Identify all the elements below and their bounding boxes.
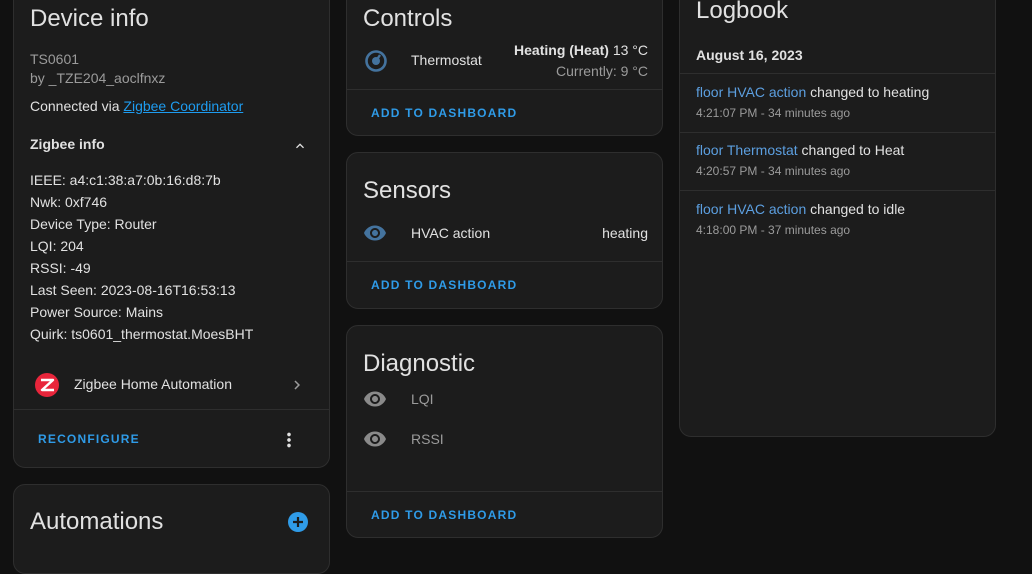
logbook-entry-text: floor Thermostat changed to Heat bbox=[696, 142, 904, 158]
card-actions-divider bbox=[347, 491, 662, 492]
thermostat-state: Heating (Heat) 13 °C bbox=[514, 42, 648, 58]
thermostat-entity-row[interactable]: Thermostat Heating (Heat) 13 °C Currentl… bbox=[347, 41, 662, 85]
sensors-title: Sensors bbox=[363, 177, 452, 204]
logbook-card: Logbook August 16, 2023 floor HVAC actio… bbox=[679, 0, 996, 437]
eye-icon bbox=[364, 431, 386, 447]
zigbee-info-row: Power Source: Mains bbox=[30, 304, 164, 320]
sensors-card: Sensors HVAC action heating ADD TO DASHB… bbox=[346, 152, 663, 309]
logbook-time: 4:21:07 PM - 34 minutes ago bbox=[696, 106, 851, 120]
eye-icon bbox=[364, 225, 386, 241]
chevron-right-icon bbox=[294, 380, 300, 390]
hvac-action-entity-row[interactable]: HVAC action heating bbox=[347, 217, 662, 249]
automations-title: Automations bbox=[30, 508, 164, 535]
zigbee-info-row: Last Seen: 2023-08-16T16:53:13 bbox=[30, 282, 236, 298]
automations-card: Automations bbox=[13, 484, 330, 574]
thermostat-icon bbox=[365, 50, 387, 72]
card-actions-divider bbox=[14, 409, 329, 410]
hvac-action-name: HVAC action bbox=[411, 225, 491, 241]
controls-title: Controls bbox=[363, 5, 453, 32]
rssi-name: RSSI bbox=[411, 431, 444, 447]
device-model: TS0601 bbox=[30, 51, 80, 67]
add-to-dashboard-button[interactable]: ADD TO DASHBOARD bbox=[371, 278, 517, 292]
logbook-entity-link[interactable]: floor HVAC action bbox=[696, 84, 806, 100]
eye-icon bbox=[364, 391, 386, 407]
device-info-card: Device info TS0601 by _TZE204_aoclfnxz C… bbox=[13, 0, 330, 468]
diagnostic-title: Diagnostic bbox=[363, 350, 476, 377]
logbook-time: 4:18:00 PM - 37 minutes ago bbox=[696, 223, 851, 237]
thermostat-current: Currently: 9 °C bbox=[556, 63, 648, 79]
reconfigure-button[interactable]: RECONFIGURE bbox=[38, 432, 140, 446]
zigbee-coordinator-link[interactable]: Zigbee Coordinator bbox=[123, 98, 243, 114]
logbook-entry: floor HVAC action changed to heating 4:2… bbox=[680, 74, 995, 132]
diagnostic-card: Diagnostic LQI RSSI ADD TO DASHBOARD bbox=[346, 325, 663, 538]
thermostat-target: 13 °C bbox=[608, 42, 648, 58]
logbook-time: 4:20:57 PM - 34 minutes ago bbox=[696, 164, 851, 178]
hvac-action-state: heating bbox=[602, 225, 648, 241]
add-to-dashboard-button[interactable]: ADD TO DASHBOARD bbox=[371, 106, 517, 120]
logbook-entity-link[interactable]: floor HVAC action bbox=[696, 201, 806, 217]
logbook-message: changed to heating bbox=[806, 84, 930, 100]
integration-label: Zigbee Home Automation bbox=[74, 376, 232, 392]
zigbee-logo-icon bbox=[35, 373, 59, 397]
thermostat-entity-name: Thermostat bbox=[411, 52, 482, 68]
card-actions-divider bbox=[347, 89, 662, 90]
logbook-title: Logbook bbox=[696, 0, 789, 24]
connected-via: Connected via Zigbee Coordinator bbox=[30, 98, 243, 114]
logbook-date: August 16, 2023 bbox=[696, 47, 803, 63]
logbook-entity-link[interactable]: floor Thermostat bbox=[696, 142, 798, 158]
add-circle-icon[interactable] bbox=[286, 510, 310, 534]
zigbee-info-row: IEEE: a4:c1:38:a7:0b:16:d8:7b bbox=[30, 172, 221, 188]
logbook-entry: floor HVAC action changed to idle 4:18:0… bbox=[680, 191, 995, 249]
zigbee-info-row: Nwk: 0xf746 bbox=[30, 194, 108, 210]
zigbee-info-row: RSSI: -49 bbox=[30, 260, 91, 276]
logbook-entry-text: floor HVAC action changed to heating bbox=[696, 84, 929, 100]
add-to-dashboard-button[interactable]: ADD TO DASHBOARD bbox=[371, 508, 517, 522]
chevron-up-icon[interactable] bbox=[292, 138, 308, 154]
card-actions-divider bbox=[347, 261, 662, 262]
integration-row[interactable]: Zigbee Home Automation bbox=[14, 359, 329, 409]
lqi-entity-row[interactable]: LQI bbox=[347, 384, 662, 414]
thermostat-mode: Heating (Heat) bbox=[514, 42, 609, 58]
rssi-entity-row[interactable]: RSSI bbox=[347, 424, 662, 454]
logbook-message: changed to idle bbox=[806, 201, 906, 217]
lqi-name: LQI bbox=[411, 391, 434, 407]
device-info-title: Device info bbox=[30, 5, 149, 32]
connected-via-label: Connected via bbox=[30, 98, 124, 114]
logbook-message: changed to Heat bbox=[797, 142, 905, 158]
zigbee-info-row: LQI: 204 bbox=[30, 238, 84, 254]
zigbee-info-header[interactable]: Zigbee info bbox=[30, 136, 105, 152]
more-vert-icon[interactable] bbox=[278, 429, 300, 451]
zigbee-info-row: Quirk: ts0601_thermostat.MoesBHT bbox=[30, 326, 254, 342]
controls-card: Controls Thermostat Heating (Heat) 13 °C… bbox=[346, 0, 663, 136]
logbook-entry: floor Thermostat changed to Heat 4:20:57… bbox=[680, 133, 995, 191]
zigbee-info-row: Device Type: Router bbox=[30, 216, 157, 232]
device-manufacturer: by _TZE204_aoclfnxz bbox=[30, 70, 166, 86]
logbook-entry-text: floor HVAC action changed to idle bbox=[696, 201, 905, 217]
